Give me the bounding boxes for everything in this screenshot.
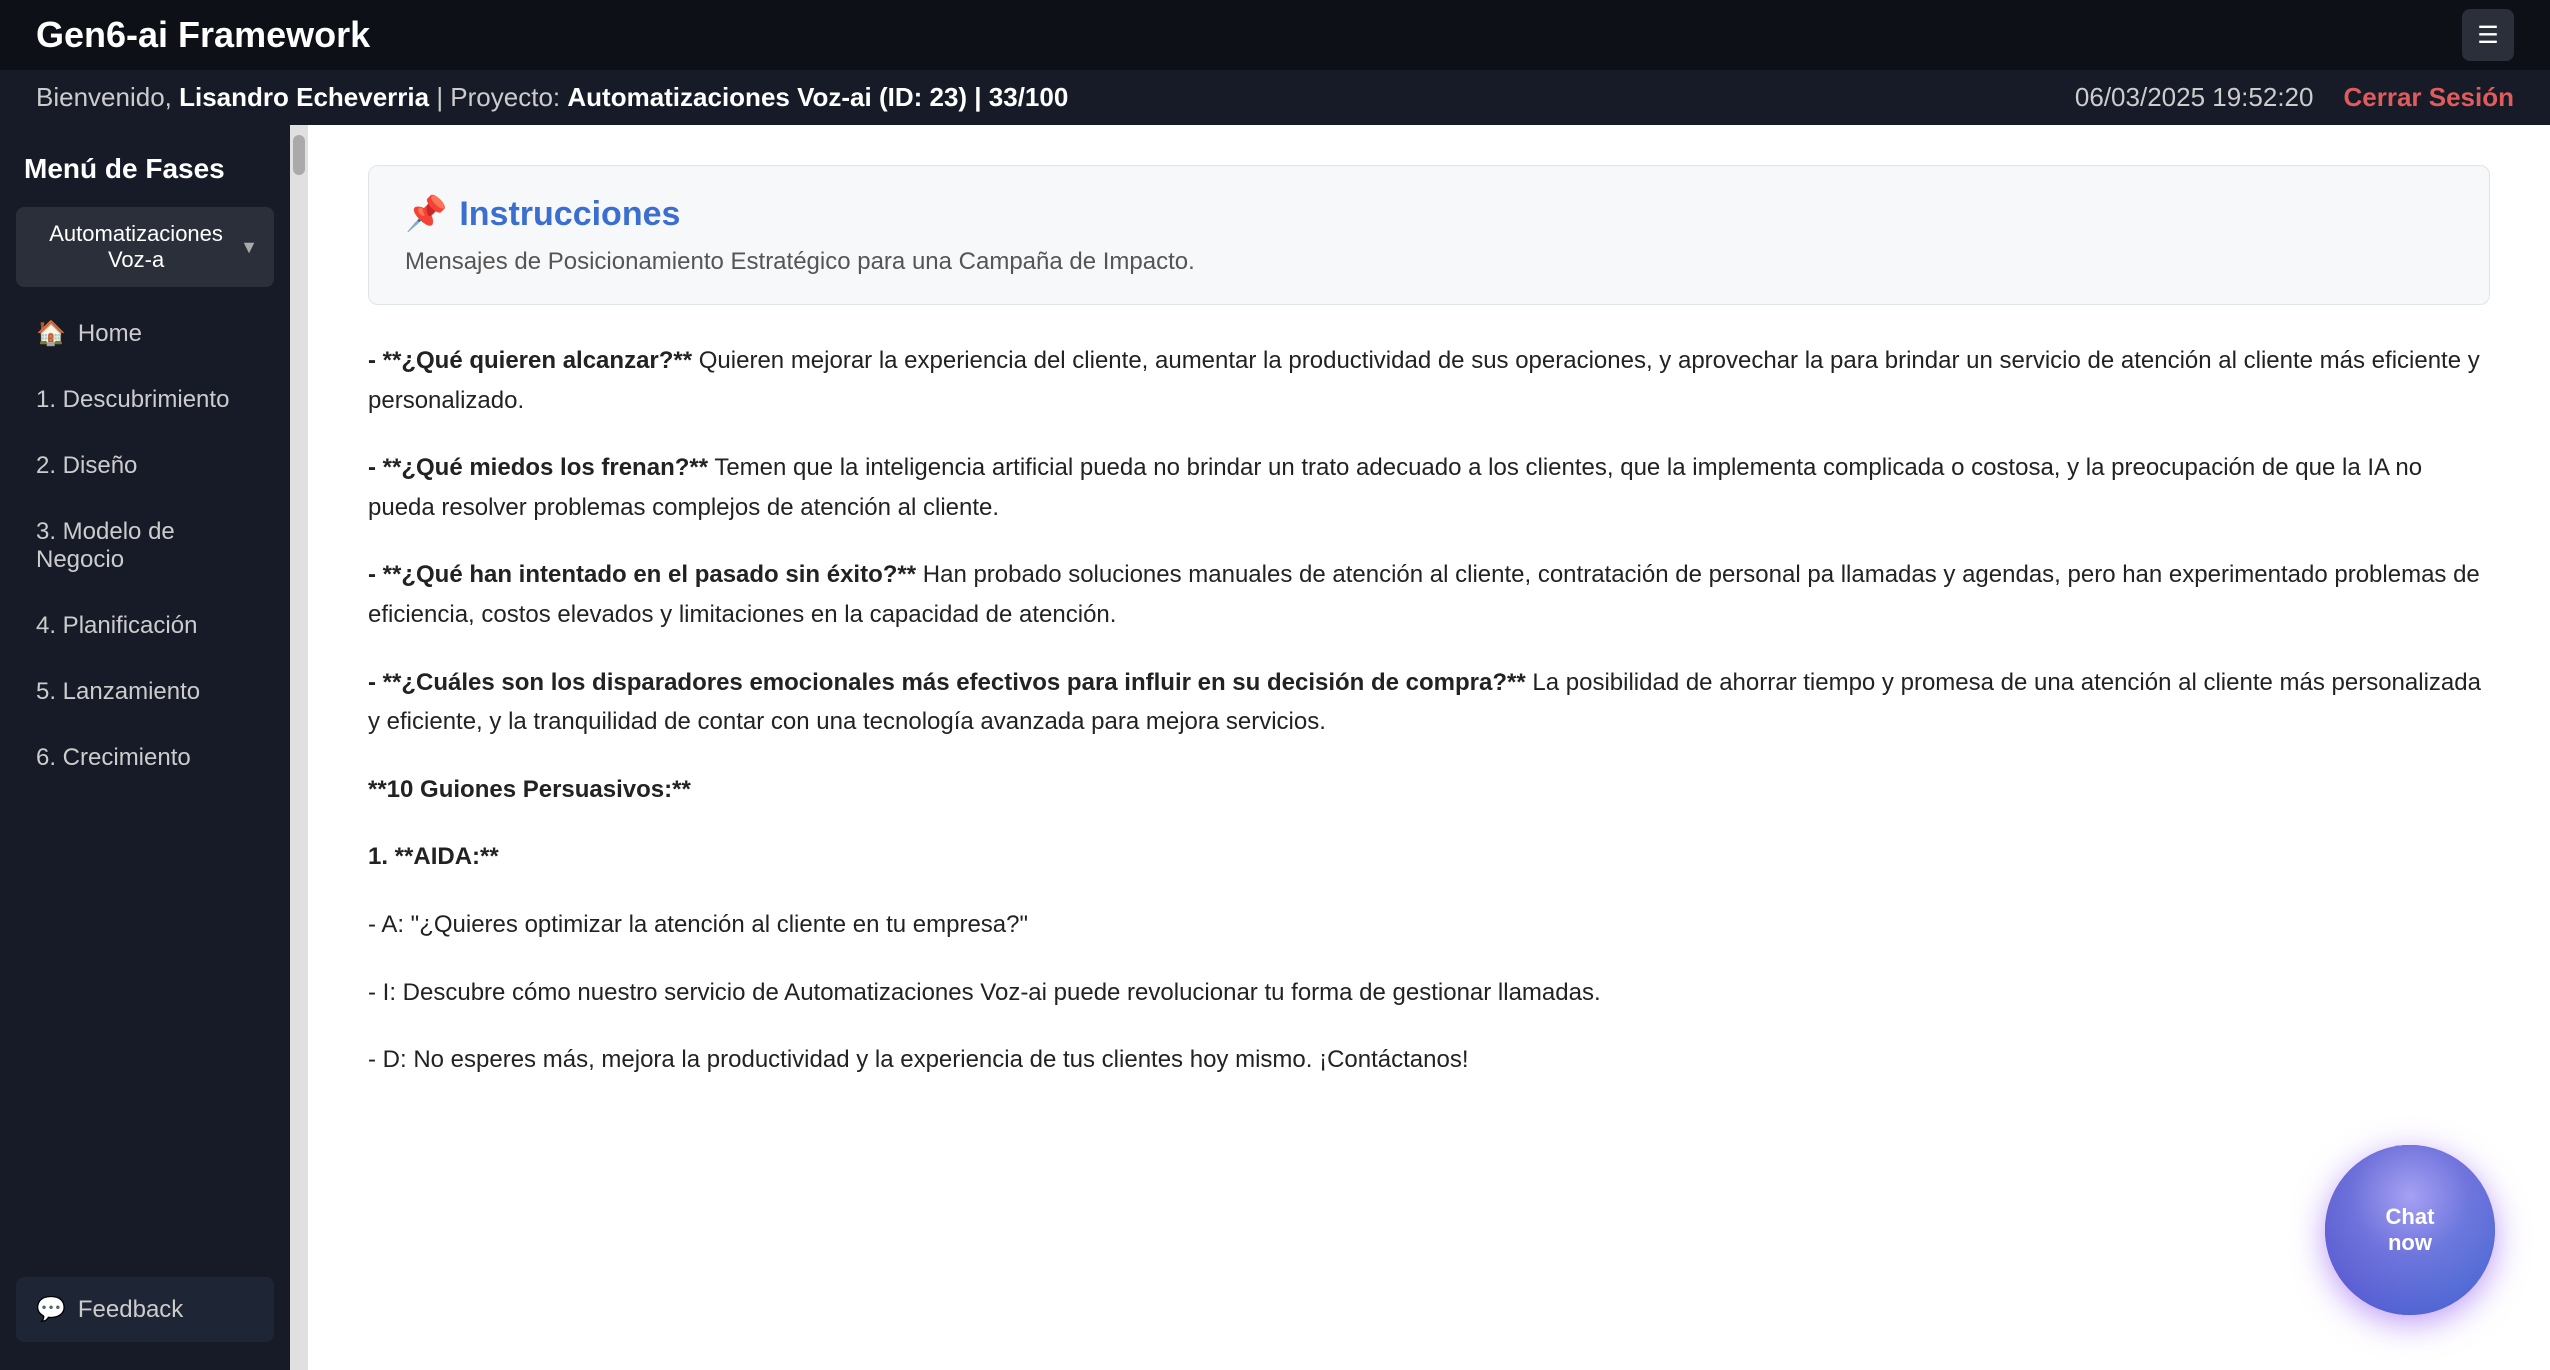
feedback-label: Feedback [78,1296,183,1324]
instructions-subtitle: Mensajes de Posicionamiento Estratégico … [405,248,2453,276]
sidebar-item-home[interactable]: 🏠 Home [16,303,274,364]
hamburger-icon: ☰ [2477,21,2499,50]
sidebar-item-label: 4. Planificación [36,612,197,640]
subtitle-bar: Bienvenido, Lisandro Echeverria | Proyec… [0,70,2550,125]
project-dropdown-label: Automatizaciones Voz-a [32,221,240,273]
instructions-box: 📌 Instrucciones Mensajes de Posicionamie… [368,165,2490,305]
sidebar-title: Menú de Fases [16,153,274,185]
content-p6-d: - D: No esperes más, mejora la productiv… [368,1040,2490,1080]
sidebar-item-label: 6. Crecimiento [36,744,191,772]
sidebar-item-diseno[interactable]: 2. Diseño [16,436,274,496]
sidebar-item-label: 5. Lanzamiento [36,678,200,706]
feedback-button[interactable]: 💬 Feedback [16,1277,274,1342]
datetime: 06/03/2025 19:52:20 [2075,82,2314,113]
scrollbar-track[interactable] [290,125,308,1370]
p2-bold: - **¿Qué miedos los frenan?** [368,454,708,481]
logout-button[interactable]: Cerrar Sesión [2343,82,2514,113]
content-p5: **10 Guiones Persuasivos:** [368,770,2490,810]
content-p6-a: - A: "¿Quieres optimizar la atención al … [368,905,2490,945]
hamburger-button[interactable]: ☰ [2462,9,2514,61]
header-right: 06/03/2025 19:52:20 Cerrar Sesión [2075,82,2514,113]
sidebar-item-label: Home [78,320,142,348]
project-dropdown[interactable]: Automatizaciones Voz-a ▼ [16,207,274,287]
user-name: Lisandro Echeverria [179,82,429,112]
instructions-title-text: Instrucciones [459,195,680,234]
content-p1: - **¿Qué quieren alcanzar?** Quieren mej… [368,341,2490,420]
sidebar-item-descubrimiento[interactable]: 1. Descubrimiento [16,370,274,430]
p1-bold: - **¿Qué quieren alcanzar?** [368,347,692,374]
sidebar-item-planificacion[interactable]: 4. Planificación [16,596,274,656]
home-icon: 🏠 [36,319,66,348]
top-nav: Gen6-ai Framework ☰ [0,0,2550,70]
content-p6-i: - I: Descubre cómo nuestro servicio de A… [368,973,2490,1013]
p4-bold: - **¿Cuáles son los disparadores emocion… [368,669,1526,696]
feedback-icon: 💬 [36,1295,66,1324]
scrollbar-thumb[interactable] [293,135,305,175]
sidebar-item-lanzamiento[interactable]: 5. Lanzamiento [16,662,274,722]
sidebar-item-label: 3. Modelo de Negocio [36,518,254,574]
project-name: Automatizaciones Voz-ai (ID: 23) | 33/10… [567,82,1068,112]
p6-header: 1. **AIDA:** [368,843,499,870]
content-p6-header: 1. **AIDA:** [368,837,2490,877]
welcome-message: Bienvenido, Lisandro Echeverria | Proyec… [36,82,1068,113]
chat-label: Chat now [2386,1204,2435,1257]
content-p2: - **¿Qué miedos los frenan?** Temen que … [368,448,2490,527]
project-label: | Proyecto: [429,82,567,112]
instructions-title: 📌 Instrucciones [405,194,2453,234]
welcome-prefix: Bienvenido, [36,82,179,112]
content-section: - **¿Qué quieren alcanzar?** Quieren mej… [368,341,2490,1080]
chevron-down-icon: ▼ [240,237,258,258]
chat-now-button[interactable]: Chat now [2325,1145,2495,1315]
main-content: 📌 Instrucciones Mensajes de Posicionamie… [308,125,2550,1370]
app-title: Gen6-ai Framework [36,14,370,56]
chat-label-line1: Chat [2386,1204,2435,1230]
p5-header: **10 Guiones Persuasivos:** [368,776,691,803]
sidebar: Menú de Fases Automatizaciones Voz-a ▼ 🏠… [0,125,290,1370]
chat-label-line2: now [2388,1230,2432,1256]
sidebar-item-modelo-negocio[interactable]: 3. Modelo de Negocio [16,502,274,590]
layout: Menú de Fases Automatizaciones Voz-a ▼ 🏠… [0,125,2550,1370]
sidebar-item-label: 2. Diseño [36,452,137,480]
content-p3: - **¿Qué han intentado en el pasado sin … [368,555,2490,634]
sidebar-item-label: 1. Descubrimiento [36,386,229,414]
content-p4: - **¿Cuáles son los disparadores emocion… [368,663,2490,742]
sidebar-item-crecimiento[interactable]: 6. Crecimiento [16,728,274,788]
p3-bold: - **¿Qué han intentado en el pasado sin … [368,561,916,588]
pin-icon: 📌 [405,194,447,234]
